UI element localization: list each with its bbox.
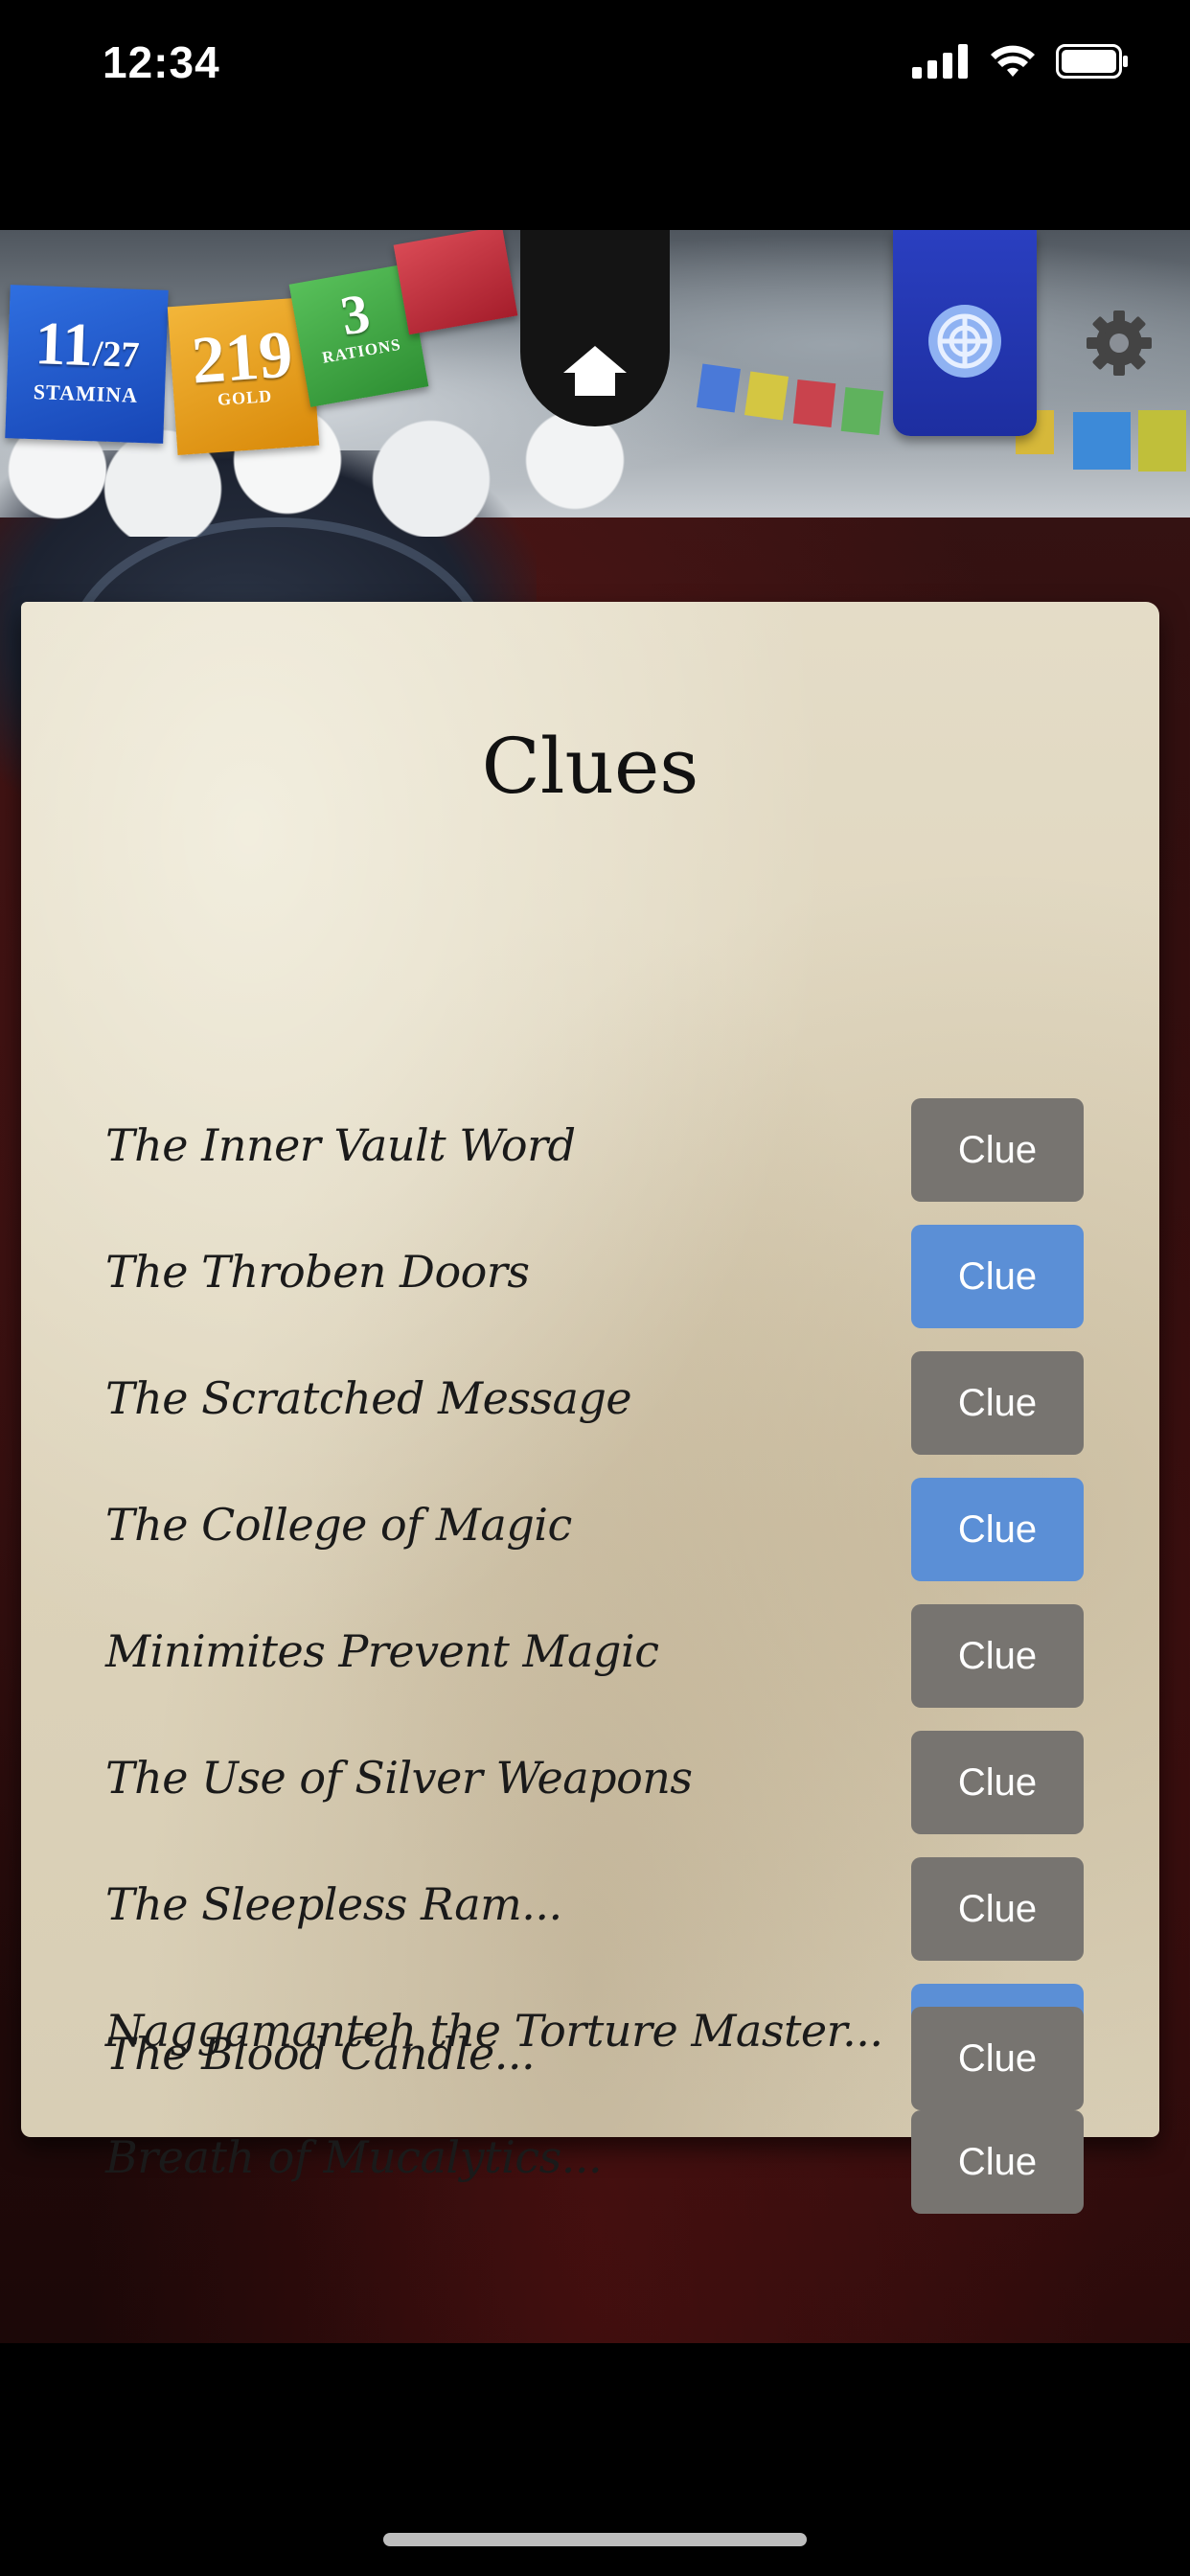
clue-row: Minimites Prevent Magic Clue <box>21 1604 1159 1708</box>
gold-value: 219 <box>189 317 295 399</box>
clue-label: The Inner Vault Word <box>105 1119 576 1171</box>
gear-icon <box>1087 310 1152 376</box>
clues-parchment: Clues The Inner Vault Word Clue The Thro… <box>21 602 1159 2214</box>
clue-label: The Sleepless Ram... <box>105 1878 562 1930</box>
clue-label: The Scratched Message <box>105 1372 632 1424</box>
wifi-icon <box>991 45 1035 77</box>
status-time: 12:34 <box>103 37 220 87</box>
stamina-flag: 11/27 STAMINA <box>5 285 169 444</box>
home-indicator[interactable] <box>383 2533 807 2546</box>
clue-row: The Blood Candle... Clue <box>21 2007 1159 2110</box>
emblem-banner <box>893 230 1037 436</box>
home-icon <box>563 346 627 396</box>
clue-button[interactable]: Clue <box>911 2007 1084 2110</box>
clue-label: The Use of Silver Weapons <box>105 1752 693 1804</box>
stamina-value: 11/27 <box>8 309 168 380</box>
clue-button[interactable]: Clue <box>911 2110 1084 2214</box>
settings-button[interactable] <box>1083 307 1156 380</box>
battery-icon <box>1056 44 1128 79</box>
clue-button[interactable]: Clue <box>911 1731 1084 1834</box>
clue-row: The College of Magic Clue <box>21 1478 1159 1581</box>
stamina-label: STAMINA <box>33 380 139 407</box>
clue-label: The College of Magic <box>105 1499 572 1551</box>
clue-button[interactable]: Clue <box>911 1604 1084 1708</box>
prayer-flag <box>1138 410 1186 472</box>
emblem-icon <box>928 305 1001 378</box>
home-button[interactable] <box>520 230 670 426</box>
status-bar: 12:34 <box>0 0 1190 134</box>
status-icons <box>912 44 1129 79</box>
stamina-max: /27 <box>92 334 141 376</box>
clue-row: The Sleepless Ram... Clue <box>21 1857 1159 1961</box>
clue-row: The Throben Doors Clue <box>21 1225 1159 1328</box>
prayer-flag <box>792 380 836 427</box>
clue-row: The Inner Vault Word Clue <box>21 1098 1159 1202</box>
prayer-flag <box>744 371 790 421</box>
stamina-current: 11 <box>34 309 95 380</box>
page-title: Clues <box>481 722 699 811</box>
clue-button[interactable]: Clue <box>911 1857 1084 1961</box>
clue-label: The Throben Doors <box>105 1246 530 1298</box>
clue-row: The Scratched Message Clue <box>21 1351 1159 1455</box>
clue-label: The Blood Candle... <box>105 2028 536 2080</box>
knot-emblem-icon <box>937 313 993 369</box>
cellular-signal-icon <box>912 44 968 79</box>
clue-button[interactable]: Clue <box>911 1225 1084 1328</box>
clue-row: Breath of Mucalytics... Clue <box>21 2110 1159 2214</box>
clue-button[interactable]: Clue <box>911 1478 1084 1581</box>
clue-button[interactable]: Clue <box>911 1098 1084 1202</box>
clue-row: The Use of Silver Weapons Clue <box>21 1731 1159 1834</box>
clue-label: Breath of Mucalytics... <box>105 2131 603 2183</box>
prayer-flag <box>696 363 742 413</box>
clue-button[interactable]: Clue <box>911 1351 1084 1455</box>
clue-label: Minimites Prevent Magic <box>105 1625 659 1677</box>
prayer-flag <box>840 387 884 435</box>
prayer-flag <box>1073 412 1131 470</box>
